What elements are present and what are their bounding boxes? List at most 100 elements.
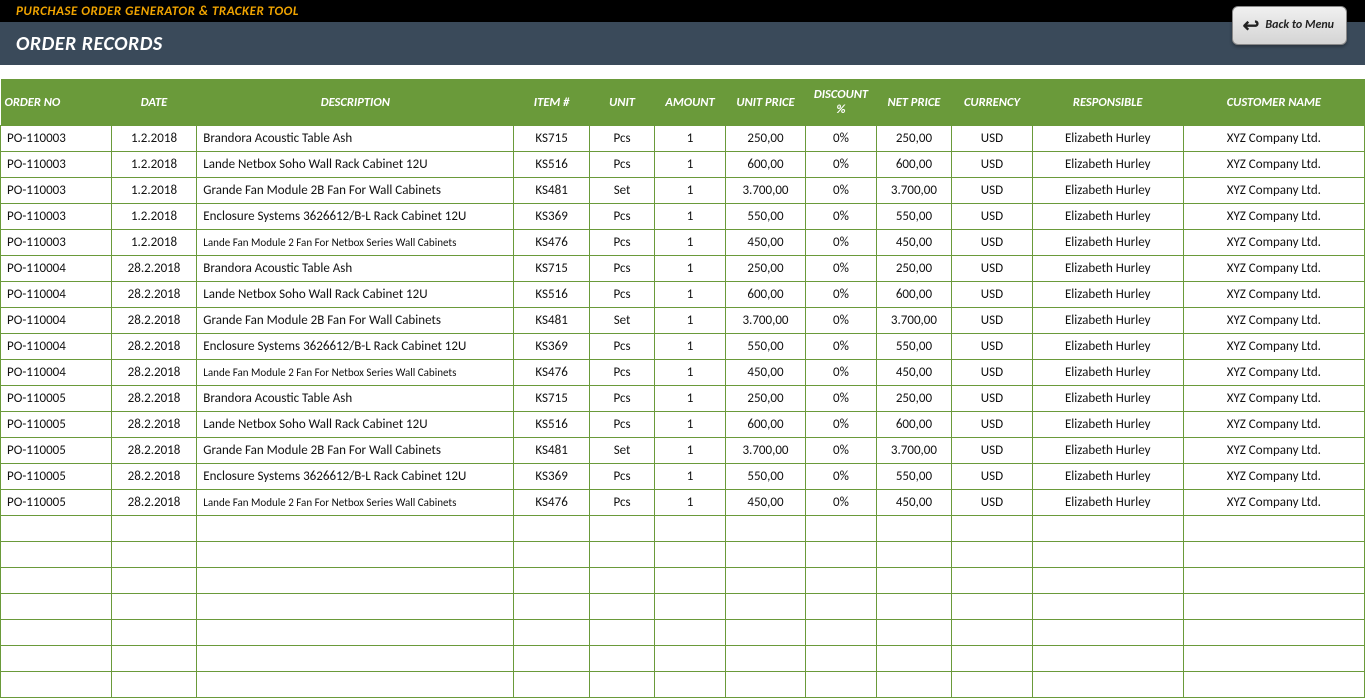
cell-unit: Pcs — [589, 152, 654, 178]
table-row[interactable]: PO-11000428.2.2018Enclosure Systems 3626… — [1, 334, 1365, 360]
cell-empty — [111, 594, 197, 620]
back-to-menu-button[interactable]: ↩ Back to Menu — [1232, 6, 1347, 45]
table-row[interactable]: PO-11000428.2.2018Grande Fan Module 2B F… — [1, 308, 1365, 334]
column-header[interactable]: UNIT PRICE — [725, 79, 806, 126]
table-row-empty[interactable] — [1, 620, 1365, 646]
cell-date: 1.2.2018 — [111, 126, 197, 152]
cell-cust: XYZ Company Ltd. — [1183, 490, 1364, 516]
column-header[interactable]: CURRENCY — [952, 79, 1033, 126]
column-header[interactable]: UNIT — [589, 79, 654, 126]
cell-unit: Pcs — [589, 334, 654, 360]
table-row[interactable]: PO-11000528.2.2018Brandora Acoustic Tabl… — [1, 386, 1365, 412]
cell-empty — [725, 568, 806, 594]
cell-nprice: 3.700,00 — [876, 308, 951, 334]
column-header[interactable]: DISCOUNT % — [806, 79, 876, 126]
cell-uprice: 550,00 — [725, 204, 806, 230]
cell-cust: XYZ Company Ltd. — [1183, 334, 1364, 360]
cell-disc: 0% — [806, 178, 876, 204]
app-title: PURCHASE ORDER GENERATOR & TRACKER TOOL — [16, 4, 299, 19]
cell-order: PO-110005 — [1, 490, 112, 516]
table-row[interactable]: PO-11000428.2.2018Lande Netbox Soho Wall… — [1, 282, 1365, 308]
table-row-empty[interactable] — [1, 646, 1365, 672]
table-row[interactable]: PO-1100031.2.2018Enclosure Systems 36266… — [1, 204, 1365, 230]
column-header[interactable]: RESPONSIBLE — [1032, 79, 1183, 126]
cell-unit: Set — [589, 308, 654, 334]
table-row-empty[interactable] — [1, 542, 1365, 568]
cell-desc: Lande Fan Module 2 Fan For Netbox Series… — [197, 490, 514, 516]
column-header[interactable]: CUSTOMER NAME — [1183, 79, 1364, 126]
cell-empty — [589, 620, 654, 646]
cell-uprice: 3.700,00 — [725, 308, 806, 334]
cell-empty — [589, 594, 654, 620]
cell-nprice: 600,00 — [876, 152, 951, 178]
cell-empty — [876, 620, 951, 646]
cell-empty — [111, 542, 197, 568]
cell-empty — [111, 568, 197, 594]
table-row-empty[interactable] — [1, 516, 1365, 542]
cell-unit: Pcs — [589, 126, 654, 152]
cell-uprice: 450,00 — [725, 360, 806, 386]
cell-empty — [806, 620, 876, 646]
cell-resp: Elizabeth Hurley — [1032, 126, 1183, 152]
table-row-empty[interactable] — [1, 594, 1365, 620]
cell-nprice: 250,00 — [876, 256, 951, 282]
cell-empty — [514, 568, 589, 594]
cell-item: KS516 — [514, 152, 589, 178]
cell-empty — [876, 516, 951, 542]
cell-empty — [1032, 568, 1183, 594]
cell-disc: 0% — [806, 126, 876, 152]
cell-disc: 0% — [806, 152, 876, 178]
table-row[interactable]: PO-1100031.2.2018Lande Fan Module 2 Fan … — [1, 230, 1365, 256]
cell-order: PO-110004 — [1, 308, 112, 334]
table-row[interactable]: PO-1100031.2.2018Brandora Acoustic Table… — [1, 126, 1365, 152]
cell-item: KS715 — [514, 256, 589, 282]
cell-item: KS369 — [514, 334, 589, 360]
cell-empty — [655, 672, 725, 698]
cell-resp: Elizabeth Hurley — [1032, 360, 1183, 386]
table-row[interactable]: PO-11000428.2.2018Lande Fan Module 2 Fan… — [1, 360, 1365, 386]
cell-item: KS476 — [514, 230, 589, 256]
cell-nprice: 450,00 — [876, 490, 951, 516]
cell-curr: USD — [952, 178, 1033, 204]
page-header-bar: ORDER RECORDS ↩ Back to Menu — [0, 22, 1365, 65]
cell-amount: 1 — [655, 204, 725, 230]
column-header[interactable]: DESCRIPTION — [197, 79, 514, 126]
cell-nprice: 600,00 — [876, 282, 951, 308]
cell-empty — [197, 620, 514, 646]
cell-curr: USD — [952, 204, 1033, 230]
cell-empty — [1183, 672, 1364, 698]
column-header[interactable]: DATE — [111, 79, 197, 126]
cell-unit: Pcs — [589, 256, 654, 282]
table-row[interactable]: PO-11000528.2.2018Lande Fan Module 2 Fan… — [1, 490, 1365, 516]
cell-empty — [806, 568, 876, 594]
cell-disc: 0% — [806, 360, 876, 386]
back-arrow-icon: ↩ — [1243, 13, 1260, 38]
table-row[interactable]: PO-1100031.2.2018Lande Netbox Soho Wall … — [1, 152, 1365, 178]
table-row[interactable]: PO-11000528.2.2018Enclosure Systems 3626… — [1, 464, 1365, 490]
table-row-empty[interactable] — [1, 672, 1365, 698]
cell-empty — [1183, 594, 1364, 620]
cell-date: 1.2.2018 — [111, 152, 197, 178]
cell-resp: Elizabeth Hurley — [1032, 438, 1183, 464]
table-row[interactable]: PO-11000528.2.2018Grande Fan Module 2B F… — [1, 438, 1365, 464]
cell-curr: USD — [952, 308, 1033, 334]
column-header[interactable]: ITEM # — [514, 79, 589, 126]
cell-empty — [1, 594, 112, 620]
cell-empty — [589, 672, 654, 698]
cell-empty — [876, 672, 951, 698]
table-row[interactable]: PO-11000428.2.2018Brandora Acoustic Tabl… — [1, 256, 1365, 282]
cell-empty — [1183, 620, 1364, 646]
cell-empty — [1032, 516, 1183, 542]
page-title: ORDER RECORDS — [16, 32, 163, 56]
cell-uprice: 600,00 — [725, 412, 806, 438]
column-header[interactable]: ORDER NO — [1, 79, 112, 126]
cell-disc: 0% — [806, 438, 876, 464]
cell-resp: Elizabeth Hurley — [1032, 204, 1183, 230]
cell-amount: 1 — [655, 126, 725, 152]
table-row[interactable]: PO-11000528.2.2018Lande Netbox Soho Wall… — [1, 412, 1365, 438]
table-row-empty[interactable] — [1, 568, 1365, 594]
column-header[interactable]: NET PRICE — [876, 79, 951, 126]
column-header[interactable]: AMOUNT — [655, 79, 725, 126]
cell-order: PO-110003 — [1, 126, 112, 152]
table-row[interactable]: PO-1100031.2.2018Grande Fan Module 2B Fa… — [1, 178, 1365, 204]
